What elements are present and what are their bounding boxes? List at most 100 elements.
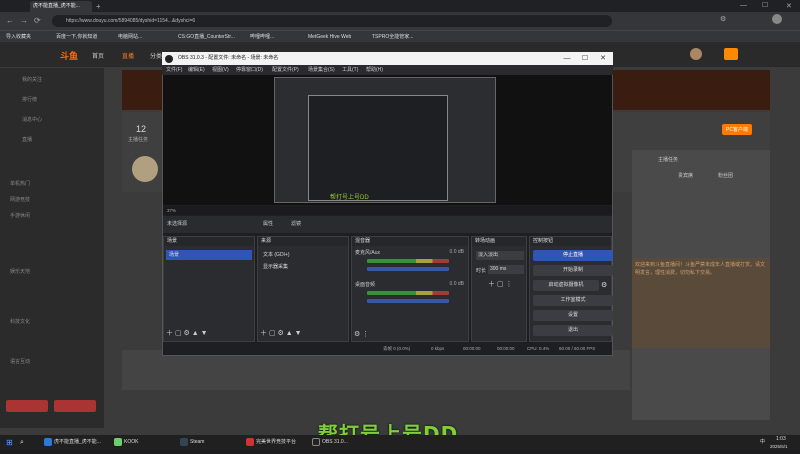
sidebar-item-live[interactable]: 直播 bbox=[22, 136, 32, 143]
room-count-label: 主播任务 bbox=[128, 137, 149, 143]
start-icon[interactable]: ⊞ bbox=[6, 435, 13, 450]
chat-tab[interactable]: 贵宾席 bbox=[678, 172, 693, 179]
url-input[interactable]: https://www.douyu.com/5894085/dyshid=115… bbox=[52, 15, 612, 27]
transition-select[interactable]: 淡入淡出 bbox=[476, 251, 524, 260]
virtual-camera-settings-icon[interactable]: ⚙ bbox=[601, 281, 607, 289]
filters-button[interactable]: 滤镜 bbox=[291, 216, 301, 233]
profile-icon[interactable] bbox=[772, 14, 782, 24]
preview-nested-capture bbox=[308, 95, 448, 201]
menu-docks[interactable]: 停靠窗口(D) bbox=[236, 65, 263, 75]
obs-app-icon bbox=[165, 55, 173, 63]
menu-edit[interactable]: 编辑(E) bbox=[188, 65, 205, 75]
forward-icon[interactable]: → bbox=[20, 15, 28, 27]
mixer-title: 混音器 bbox=[352, 237, 468, 246]
tray-language[interactable]: 中 bbox=[760, 435, 765, 450]
pc-client-button[interactable]: PC客户端 bbox=[722, 124, 752, 135]
mixer-channel-db: 0.0 dB bbox=[449, 281, 464, 287]
nav-home[interactable]: 首页 bbox=[92, 51, 104, 60]
stop-streaming-button[interactable]: 停止直播 bbox=[533, 250, 613, 261]
mixer-channel-name: 桌面音频 bbox=[355, 282, 376, 288]
sidebar-item-rank[interactable]: 排行榜 bbox=[22, 96, 37, 103]
settings-button[interactable]: 设置 bbox=[533, 310, 613, 321]
sidebar-item-single[interactable]: 单机热门 bbox=[10, 180, 30, 187]
back-icon[interactable]: ← bbox=[6, 15, 14, 27]
sidebar-item-messages[interactable]: 消息中心 bbox=[22, 116, 42, 123]
mixer-settings-icon[interactable]: ⚙ ⋮ bbox=[354, 330, 369, 338]
taskbar: ⊞ ⌕ 虎不能直播_虎不能... KOOK Steam 完美世界竞技平台 OBS… bbox=[0, 435, 800, 450]
streamer-avatar bbox=[132, 156, 158, 182]
taskbar-item-obs[interactable]: OBS 31.0... bbox=[312, 435, 348, 450]
taskbar-item-label: OBS 31.0... bbox=[322, 439, 348, 445]
browser-tab[interactable]: 虎不能直播_虎不能... bbox=[30, 1, 92, 12]
obs-maximize-icon[interactable]: ☐ bbox=[578, 52, 592, 65]
reload-icon[interactable]: ⟳ bbox=[34, 15, 41, 27]
extensions-icon[interactable]: ⚙ bbox=[720, 15, 726, 23]
nav-category[interactable]: 分类 bbox=[150, 51, 162, 60]
sidebar-item-tech[interactable]: 科技文化 bbox=[10, 318, 30, 325]
menu-view[interactable]: 视图(V) bbox=[212, 65, 229, 75]
window-maximize-icon[interactable]: ☐ bbox=[762, 0, 768, 11]
chat-tab[interactable]: 粉丝团 bbox=[718, 172, 733, 179]
sidebar-item-mobile[interactable]: 手游休闲 bbox=[10, 212, 30, 219]
mixer-fader[interactable] bbox=[367, 267, 449, 271]
zoom-level[interactable]: 37% bbox=[167, 208, 176, 213]
mixer-fader[interactable] bbox=[367, 299, 449, 303]
menu-help[interactable]: 帮助(H) bbox=[366, 65, 383, 75]
stream-time: 00:00:00 bbox=[463, 346, 481, 351]
taskbar-item-browser[interactable]: 虎不能直播_虎不能... bbox=[44, 435, 101, 450]
mixer-channel-db: 0.0 dB bbox=[449, 249, 464, 255]
steam-icon bbox=[180, 437, 188, 446]
sidebar-item-online[interactable]: 网游竞技 bbox=[10, 196, 30, 203]
studio-mode-button[interactable]: 工作室模式 bbox=[533, 295, 613, 306]
sidebar-item-voice[interactable]: 语言互动 bbox=[10, 358, 30, 365]
sources-dock: 来源 文本 (GDI+) 显示器采集 ＋ ▢ ⚙ ▲ ▼ bbox=[257, 236, 349, 342]
obs-title: OBS 31.0.3 - 配置文件: 未命名 - 场景: 未命名 bbox=[162, 52, 613, 65]
transition-duration-input[interactable]: 300 ms bbox=[488, 265, 524, 274]
room-count: 12 bbox=[136, 124, 147, 134]
edge-icon bbox=[44, 437, 52, 446]
source-add-icon[interactable]: ＋ ▢ ⚙ ▲ ▼ bbox=[260, 328, 302, 338]
taskbar-item-steam[interactable]: Steam bbox=[180, 435, 204, 450]
window-minimize-icon[interactable]: — bbox=[740, 0, 747, 11]
exit-button[interactable]: 退出 bbox=[533, 325, 613, 336]
avatar[interactable] bbox=[690, 48, 702, 60]
scene-item[interactable]: 场景 bbox=[166, 250, 252, 260]
transition-add-icon[interactable]: ＋ ▢ ⋮ bbox=[488, 279, 513, 289]
client-download-button[interactable] bbox=[6, 400, 48, 412]
new-tab-icon[interactable]: + bbox=[96, 1, 101, 12]
obs-close-icon[interactable]: ✕ bbox=[596, 52, 610, 65]
source-item[interactable]: 显示器采集 bbox=[260, 262, 346, 272]
search-icon[interactable]: ⌕ bbox=[20, 435, 24, 450]
mixer-meter bbox=[367, 291, 449, 295]
window-close-icon[interactable]: ✕ bbox=[786, 1, 792, 12]
menu-tools[interactable]: 工具(T) bbox=[342, 65, 358, 75]
properties-button[interactable]: 属性 bbox=[263, 216, 273, 233]
fps: 60.00 / 60.00 FPS bbox=[559, 346, 596, 351]
app-download-button[interactable] bbox=[54, 400, 96, 412]
site-logo[interactable]: 斗鱼 bbox=[60, 49, 78, 62]
bookmarks-bar: 导入收藏夹 百度一下,你就知道 电脑网站... CS:GO直播_CounterS… bbox=[0, 30, 800, 42]
start-recording-button[interactable]: 开始录制 bbox=[533, 265, 613, 276]
sidebar-item-follow[interactable]: 我的关注 bbox=[22, 76, 42, 83]
chat-tab[interactable]: 主播任务 bbox=[658, 156, 678, 163]
taskbar-item-label: KOOK bbox=[124, 439, 139, 445]
source-item[interactable]: 文本 (GDI+) bbox=[260, 250, 346, 260]
menu-scene-collection[interactable]: 场景集合(S) bbox=[308, 65, 335, 75]
browser-tab-strip bbox=[0, 0, 800, 12]
obs-minimize-icon[interactable]: — bbox=[560, 52, 574, 65]
cpu-usage: CPU: 0.4% bbox=[527, 346, 550, 351]
upload-button[interactable] bbox=[724, 48, 738, 60]
taskbar-item-kook[interactable]: KOOK bbox=[114, 435, 138, 450]
perfect-world-icon bbox=[246, 437, 254, 446]
sidebar-item-ent[interactable]: 娱乐天地 bbox=[10, 268, 30, 275]
nav-live[interactable]: 直播 bbox=[122, 51, 134, 60]
chat-notice: 欢迎来到斗鱼直播间！斗鱼严禁未成年人直播或打赏。请文明发言，理性消费，切勿私下交… bbox=[632, 258, 770, 348]
taskbar-item-perfect[interactable]: 完美世界竞技平台 bbox=[246, 435, 296, 450]
scene-add-icon[interactable]: ＋ ▢ ⚙ ▲ ▼ bbox=[166, 328, 208, 338]
menu-file[interactable]: 文件(F) bbox=[166, 65, 182, 75]
virtual-camera-button[interactable]: 启动虚拟摄像机 bbox=[533, 280, 599, 291]
menu-profile[interactable]: 配置文件(P) bbox=[272, 65, 299, 75]
taskbar-item-label: 完美世界竞技平台 bbox=[256, 439, 297, 445]
site-sidebar: 我的关注 排行榜 消息中心 直播 单机热门 网游竞技 手游休闲 娱乐天地 科技文… bbox=[0, 68, 104, 428]
tray-date[interactable]: 2025/6/1 bbox=[770, 439, 788, 454]
